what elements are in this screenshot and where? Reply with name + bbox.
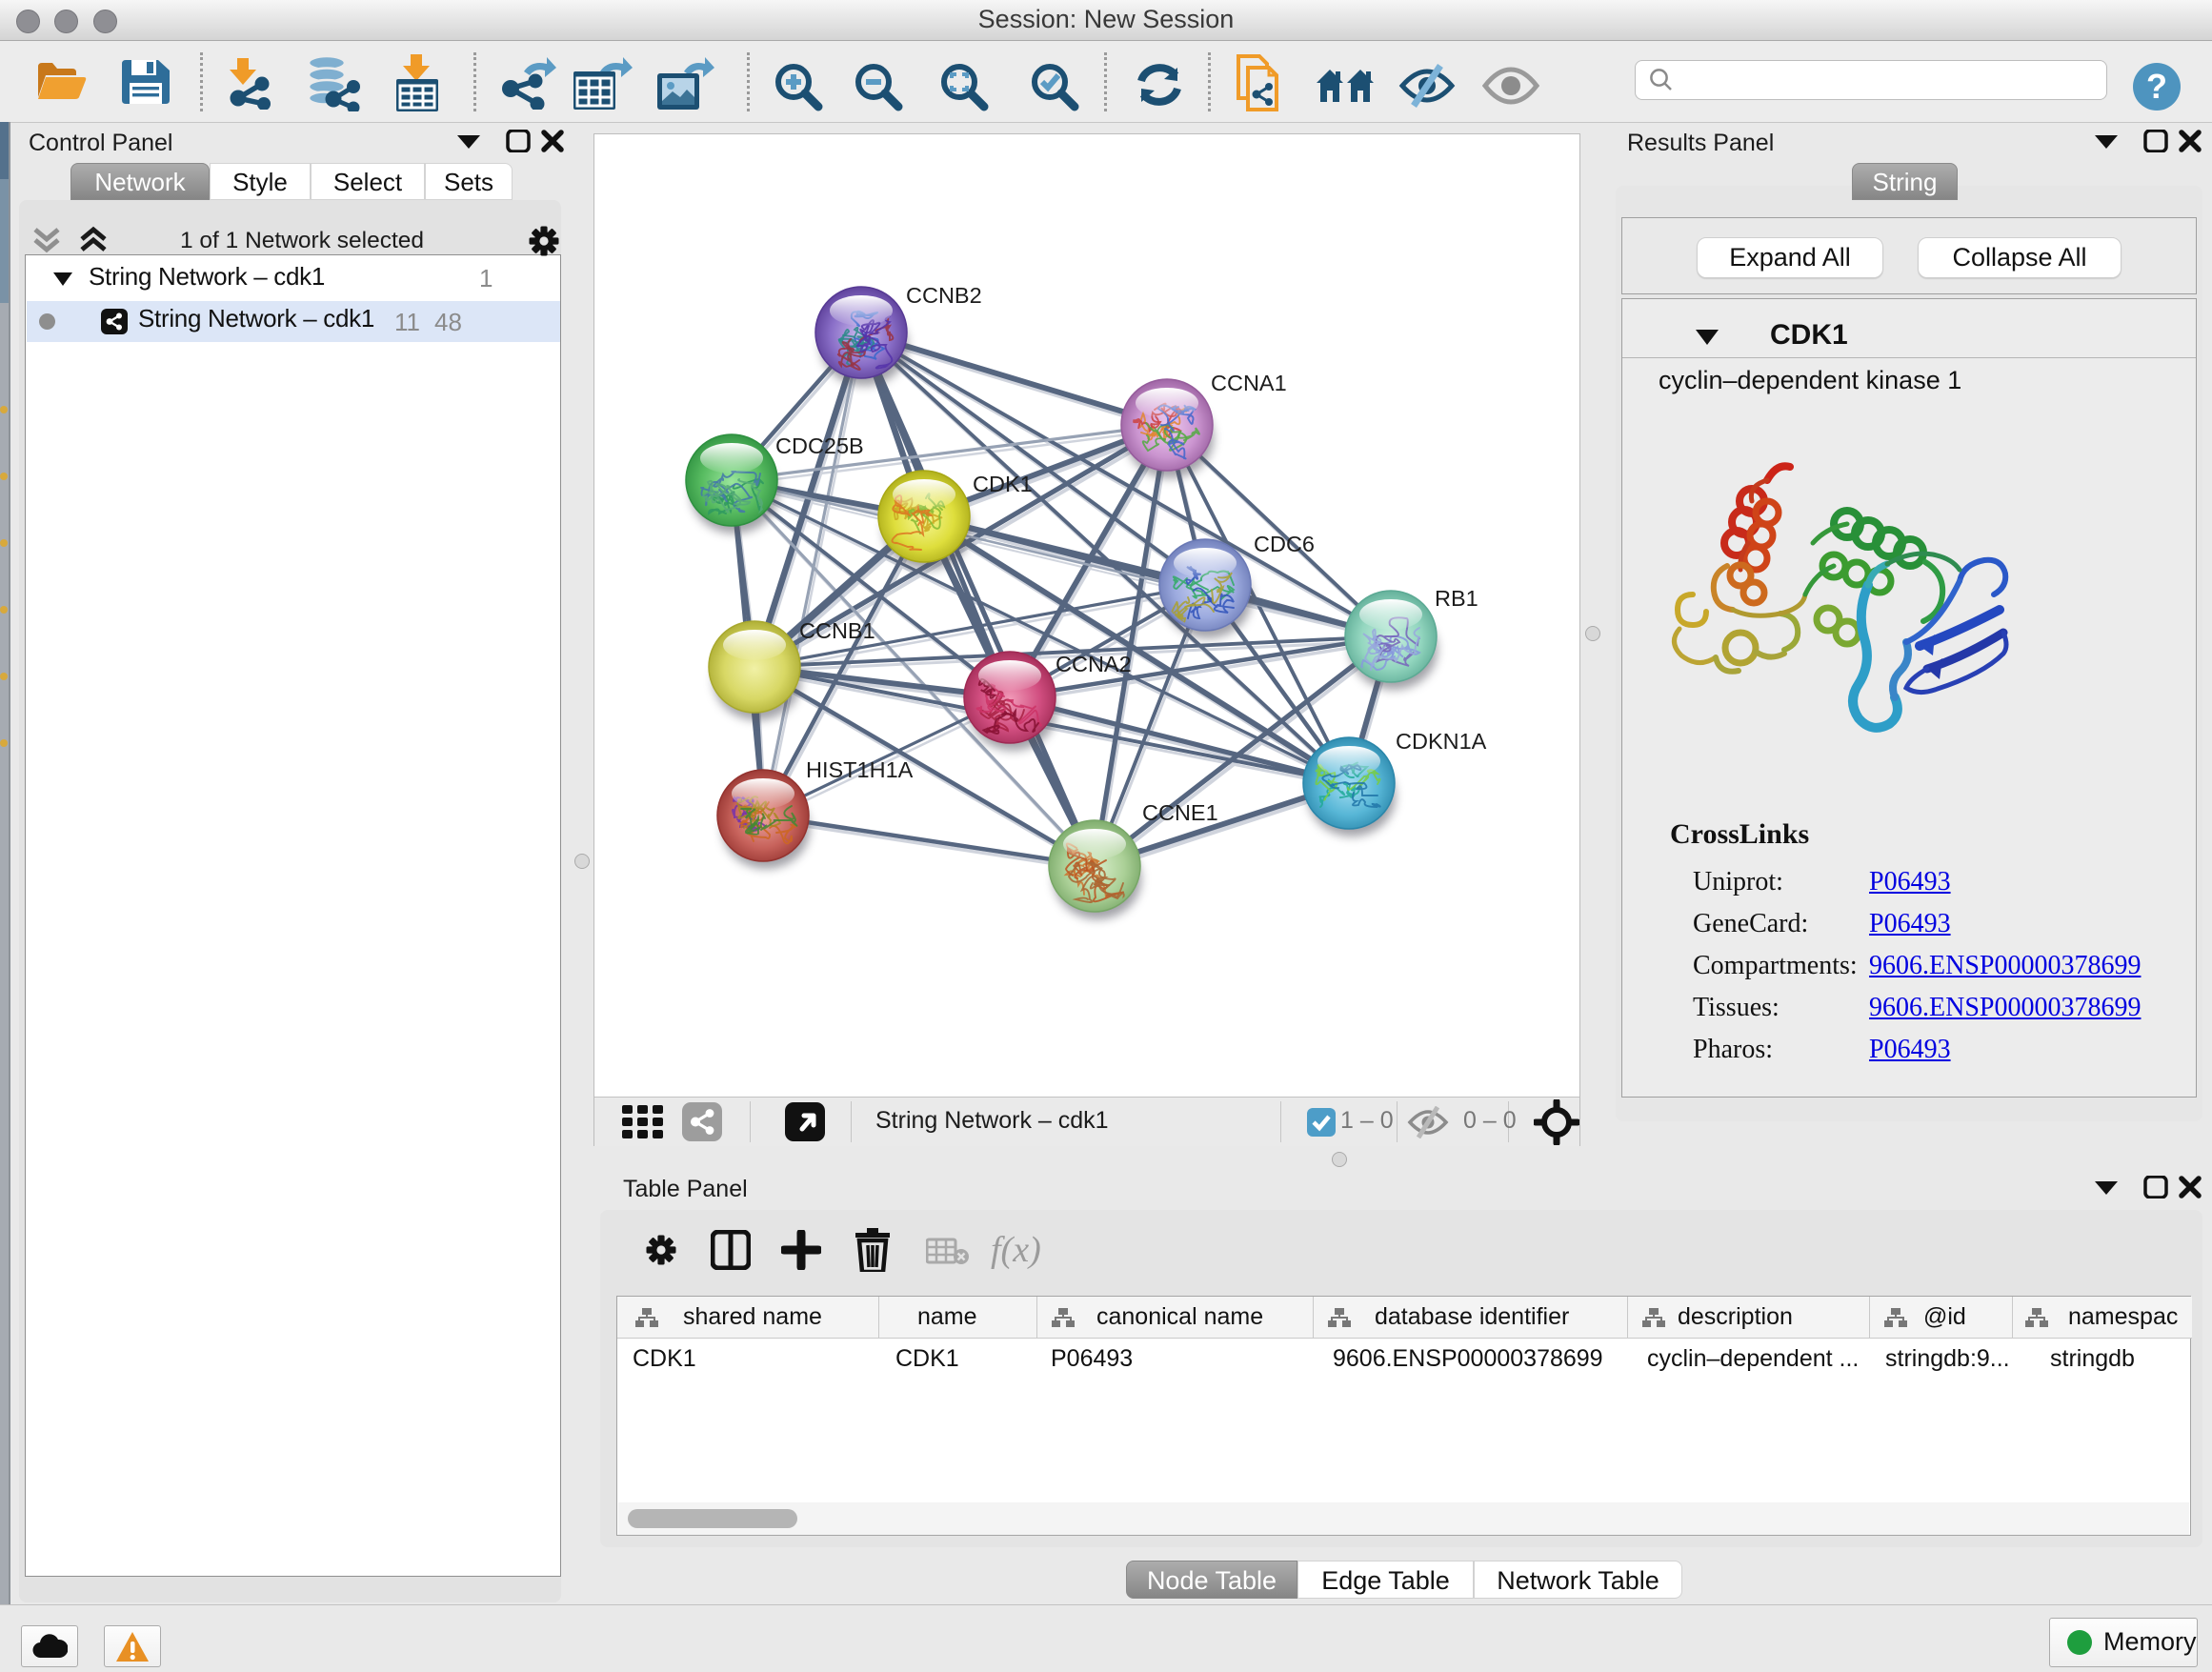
svg-text:HIST1H1A: HIST1H1A: [806, 757, 914, 782]
svg-text:CDKN1A: CDKN1A: [1396, 729, 1487, 754]
svg-text:CCNE1: CCNE1: [1142, 800, 1218, 825]
svg-text:CDC6: CDC6: [1254, 532, 1315, 556]
svg-text:CCNB2: CCNB2: [906, 283, 982, 308]
svg-text:CCNA1: CCNA1: [1211, 371, 1287, 395]
svg-text:RB1: RB1: [1435, 586, 1478, 611]
svg-text:CCNB1: CCNB1: [799, 618, 875, 643]
svg-text:CCNA2: CCNA2: [1056, 652, 1132, 676]
svg-text:CDK1: CDK1: [973, 472, 1033, 496]
svg-text:?: ?: [2146, 67, 2167, 106]
svg-text:CDC25B: CDC25B: [775, 433, 864, 458]
